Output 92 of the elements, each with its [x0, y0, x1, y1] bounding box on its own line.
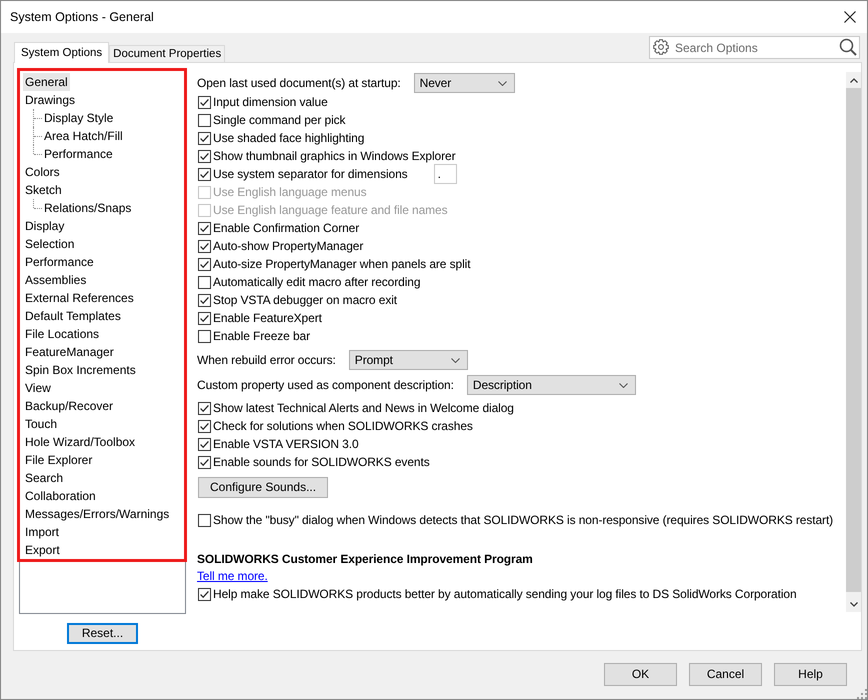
checkbox-label: Enable Confirmation Corner [213, 220, 360, 236]
search-field[interactable]: Search Options [649, 36, 860, 59]
tree-item[interactable]: External References [23, 289, 136, 307]
ok-button[interactable]: OK [604, 663, 677, 686]
tree-item[interactable]: Colors [23, 163, 62, 181]
chevron-down-icon [850, 602, 858, 606]
tree-item[interactable]: Messages/Errors/Warnings [23, 505, 172, 523]
tree-item[interactable]: Assemblies [23, 271, 88, 289]
separator-field[interactable]: . [434, 164, 457, 184]
checkbox-label: Enable FeatureXpert [213, 310, 322, 326]
chevron-down-icon [450, 358, 460, 362]
tree-item[interactable]: Performance [23, 253, 96, 271]
checkbox[interactable] [198, 96, 211, 108]
tree-item[interactable]: File Locations [23, 325, 102, 343]
checkbox-label: Stop VSTA debugger on macro exit [213, 292, 398, 308]
checkbox-label: Input dimension value [213, 94, 328, 110]
checkbox-label: Use shaded face highlighting [213, 130, 364, 146]
checkbox-label: Check for solutions when SOLIDWORKS crashes [213, 418, 473, 434]
checkbox[interactable] [198, 456, 211, 468]
checkbox-label: Use system separator for dimensions [213, 166, 408, 182]
checkbox-label: Single command per pick [213, 112, 346, 128]
tree-item[interactable]: Display Style [42, 109, 116, 127]
checkbox-label: Auto-show PropertyManager [213, 238, 364, 254]
tree-item[interactable]: Drawings [23, 91, 78, 109]
chevron-up-icon [850, 78, 858, 82]
tab[interactable]: System Options [14, 42, 110, 63]
checkbox[interactable] [198, 150, 211, 162]
search-icon[interactable] [839, 38, 857, 56]
checkbox[interactable] [198, 588, 211, 600]
chevron-down-icon [498, 80, 507, 86]
reset-button[interactable]: Reset... [67, 623, 138, 644]
tree-item[interactable]: Touch [23, 415, 60, 433]
tree-item[interactable]: General [23, 73, 70, 91]
tree-item[interactable]: Backup/Recover [23, 397, 116, 415]
checkbox-label: Auto-size PropertyManager when panels are split [213, 256, 470, 272]
tell-me-more-link[interactable]: Tell me more. [197, 567, 268, 585]
tree-item[interactable]: Export [23, 541, 62, 559]
dropdown[interactable]: Description [466, 375, 636, 395]
tree-item[interactable]: Import [23, 523, 62, 541]
tree-item[interactable]: View [23, 379, 53, 397]
checkbox[interactable] [198, 330, 211, 342]
tree-item[interactable]: Sketch [23, 181, 64, 199]
checkbox[interactable] [198, 514, 211, 526]
checkbox[interactable] [198, 276, 211, 288]
configure-sounds-button[interactable]: Configure Sounds... [198, 477, 328, 498]
checkbox-label: Use English language menus [213, 184, 366, 200]
chevron-down-icon [618, 382, 628, 388]
checkbox[interactable] [198, 312, 211, 324]
checkbox[interactable] [198, 132, 211, 144]
checkbox[interactable] [198, 114, 211, 126]
tree-item[interactable]: Display [23, 217, 66, 235]
dropdown-label: When rebuild error occurs: [197, 352, 336, 368]
tree-item[interactable]: Spin Box Increments [23, 361, 138, 379]
tree-item[interactable]: Default Templates [23, 307, 123, 325]
checkbox-label: Enable Freeze bar [213, 328, 310, 344]
checkbox[interactable] [198, 402, 211, 414]
checkbox[interactable] [198, 420, 211, 432]
dropdown-label: Open last used document(s) at startup: [197, 76, 401, 90]
checkbox[interactable] [198, 222, 211, 234]
tree-item[interactable]: File Explorer [23, 451, 94, 469]
tree-item[interactable]: Collaboration [23, 487, 98, 505]
checkbox-label: Help make SOLIDWORKS products better by automatically sending your log files to DS SolidWorks Corporation [213, 586, 797, 602]
tree-item[interactable]: Search [23, 469, 66, 487]
checkbox-label: Use English language feature and file names [213, 202, 448, 218]
window-title: System Options - General [9, 10, 154, 24]
checkbox[interactable] [198, 168, 211, 180]
cancel-button[interactable]: Cancel [689, 663, 762, 686]
checkbox[interactable] [198, 294, 211, 306]
tree-item[interactable]: Area Hatch/Fill [42, 127, 125, 145]
tree-item[interactable]: Relations/Snaps [42, 199, 134, 217]
dropdown[interactable]: Never [414, 73, 515, 93]
settings-icon [653, 39, 669, 55]
checkbox-label: Show latest Technical Alerts and News in Welcome dialog [213, 400, 514, 416]
help-button[interactable]: Help [774, 663, 847, 686]
checkbox-label: Show thumbnail graphics in Windows Explorer [213, 148, 456, 164]
tab[interactable]: Document Properties [109, 45, 226, 62]
section-heading: SOLIDWORKS Customer Experience Improvement Program [197, 551, 534, 567]
resize-grip-icon[interactable] [856, 688, 867, 699]
tree-item[interactable]: Hole Wizard/Toolbox [23, 433, 138, 451]
close-icon [844, 11, 856, 23]
dropdown-label: Custom property used as component description: [197, 378, 454, 392]
dropdown[interactable]: Prompt [348, 350, 468, 370]
checkbox[interactable] [198, 240, 211, 252]
checkbox-label: Enable VSTA VERSION 3.0 [213, 436, 359, 452]
checkbox-label: Automatically edit macro after recording [213, 274, 420, 290]
checkbox[interactable] [198, 258, 211, 270]
tree-item[interactable]: Selection [23, 235, 76, 253]
tree-item[interactable]: Performance [42, 145, 115, 163]
checkbox-label: Enable sounds for SOLIDWORKS events [213, 454, 430, 470]
tree-item[interactable]: FeatureManager [23, 343, 116, 361]
checkbox[interactable] [198, 438, 211, 450]
checkbox-label: Show the "busy" dialog when Windows detects that SOLIDWORKS is non-responsive (requires SOLIDWORKS restart) [213, 512, 834, 528]
